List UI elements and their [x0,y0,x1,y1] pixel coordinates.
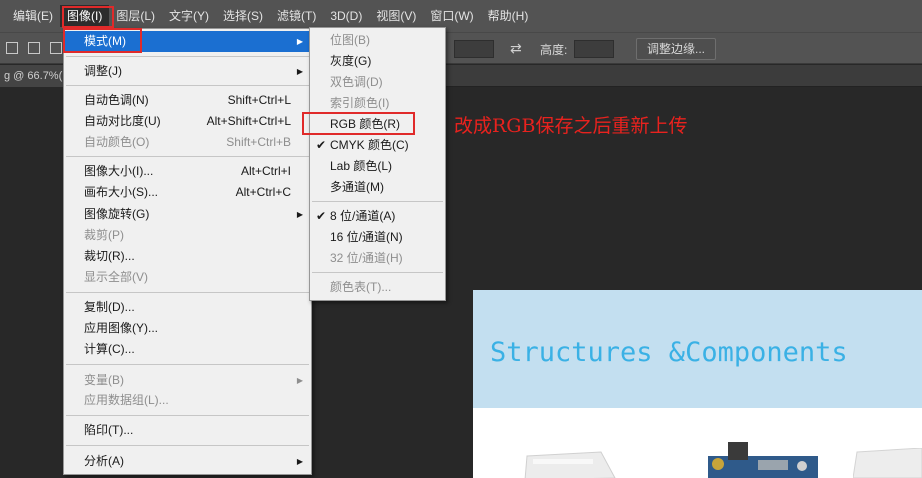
height-label: 高度: [540,43,568,57]
mode-item-color-table[interactable]: 颜色表(T)... [310,277,445,298]
menu-type[interactable]: 文字(Y) [162,5,216,27]
menu-window[interactable]: 窗口(W) [423,5,480,27]
submenu-arrow-icon: ▶ [296,210,303,219]
checkmark-icon: ✔ [316,209,327,223]
menu-separator [312,272,443,273]
menu-separator [66,56,309,57]
menu-item-variables[interactable]: 变量(B) ▶ [64,370,311,391]
menu-help[interactable]: 帮助(H) [481,5,536,27]
document-heading: Structures &Components [490,337,848,368]
mode-item-cmyk-color[interactable]: ✔ CMYK 颜色(C) [310,135,445,156]
menu-separator [66,415,309,416]
new-selection-icon[interactable] [6,42,18,54]
width-field[interactable] [454,40,494,58]
menu-item-trap[interactable]: 陷印(T)... [64,420,311,441]
menu-item-auto-contrast[interactable]: 自动对比度(U) Alt+Shift+Ctrl+L [64,111,311,132]
product-white-box-image [853,448,922,478]
menu-3d[interactable]: 3D(D) [323,5,369,27]
menu-layer[interactable]: 图层(L) [109,5,162,27]
annotation-text: 改成RGB保存之后重新上传 [454,115,688,137]
annotation-box-mode-item [63,28,142,53]
mode-item-8-bit[interactable]: ✔ 8 位/通道(A) [310,206,445,227]
mode-submenu: 位图(B) 灰度(G) 双色调(D) 索引颜色(I) RGB 颜色(R) ✔ C… [309,27,446,301]
product-circuit-board-image [708,442,818,478]
mode-item-32-bit[interactable]: 32 位/通道(H) [310,248,445,269]
add-selection-icon[interactable] [28,42,40,54]
menu-item-reveal-all[interactable]: 显示全部(V) [64,267,311,288]
annotation-box-rgb-item [302,112,415,135]
menu-item-adjustments[interactable]: 调整(J) ▶ [64,61,311,82]
mode-item-duotone[interactable]: 双色调(D) [310,72,445,93]
mode-item-indexed-color[interactable]: 索引颜色(I) [310,93,445,114]
mode-item-16-bit[interactable]: 16 位/通道(N) [310,227,445,248]
submenu-arrow-icon: ▶ [296,376,303,385]
mode-item-multichannel[interactable]: 多通道(M) [310,177,445,198]
height-field[interactable] [574,40,614,58]
menu-edit[interactable]: 编辑(E) [6,5,60,27]
subtract-selection-icon[interactable] [50,42,62,54]
mode-item-lab-color[interactable]: Lab 颜色(L) [310,156,445,177]
submenu-arrow-icon: ▶ [296,67,303,76]
mode-item-grayscale[interactable]: 灰度(G) [310,51,445,72]
menu-separator [312,201,443,202]
submenu-arrow-icon: ▶ [296,457,303,466]
menu-separator [66,156,309,157]
image-menu: 模式(M) ▶ 调整(J) ▶ 自动色调(N) Shift+Ctrl+L 自动对… [63,28,312,475]
menu-separator [66,364,309,365]
annotation-box-image-menu [62,6,114,28]
product-white-enclosure-image [524,451,616,478]
menu-filter[interactable]: 滤镜(T) [270,5,323,27]
menu-view[interactable]: 视图(V) [369,5,423,27]
menu-item-calculations[interactable]: 计算(C)... [64,339,311,360]
menu-select[interactable]: 选择(S) [216,5,270,27]
checkmark-icon: ✔ [316,138,327,152]
menu-item-trim[interactable]: 裁切(R)... [64,246,311,267]
document-tab[interactable]: g @ 66.7%( [0,65,69,87]
document-canvas[interactable]: Structures &Components [473,290,922,478]
menu-separator [66,85,309,86]
swap-icon[interactable]: ⇄ [510,40,522,57]
refine-edge-button[interactable]: 调整边缘... [636,38,717,60]
menu-item-duplicate[interactable]: 复制(D)... [64,297,311,318]
menu-item-apply-image[interactable]: 应用图像(Y)... [64,318,311,339]
menu-item-auto-color[interactable]: 自动颜色(O) Shift+Ctrl+B [64,132,311,153]
menu-item-crop[interactable]: 裁剪(P) [64,225,311,246]
menu-separator [66,292,309,293]
menu-item-image-rotation[interactable]: 图像旋转(G) ▶ [64,204,311,225]
mode-item-bitmap[interactable]: 位图(B) [310,30,445,51]
menu-item-auto-tone[interactable]: 自动色调(N) Shift+Ctrl+L [64,90,311,111]
menu-item-apply-data-set[interactable]: 应用数据组(L)... [64,390,311,411]
menu-item-canvas-size[interactable]: 画布大小(S)... Alt+Ctrl+C [64,182,311,203]
menu-separator [66,445,309,446]
menu-item-image-size[interactable]: 图像大小(I)... Alt+Ctrl+I [64,161,311,182]
submenu-arrow-icon: ▶ [296,37,303,46]
menu-item-analysis[interactable]: 分析(A) ▶ [64,451,311,472]
